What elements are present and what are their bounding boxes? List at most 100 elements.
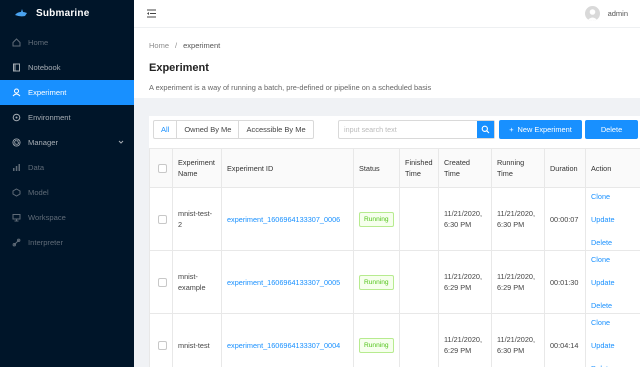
experiment-id-link[interactable]: experiment_1606964133307_0004 — [221, 313, 354, 367]
delete-label: Delete — [600, 125, 623, 134]
experiment-name: mnist-test-2 — [172, 187, 222, 251]
bar-chart-icon — [12, 163, 21, 172]
sidebar-item-label: Data — [28, 163, 45, 172]
column-header[interactable]: Experiment ID — [221, 148, 354, 188]
delete-link[interactable]: Delete — [591, 237, 635, 248]
sidebar: Submarine Home Notebook Experiment Envir… — [0, 0, 134, 367]
environment-icon — [12, 113, 21, 122]
experiment-id-link[interactable]: experiment_1606964133307_0006 — [221, 187, 354, 251]
finished-time — [399, 250, 439, 314]
table-row: mnist-example experiment_1606964133307_0… — [149, 250, 640, 314]
avatar[interactable] — [585, 6, 600, 21]
action-cell: Clone Update Delete — [585, 187, 640, 251]
sidebar-menu: Home Notebook Experiment Environment Man… — [0, 30, 134, 255]
experiment-name: mnist-example — [172, 250, 222, 314]
column-header[interactable]: Created Time — [438, 148, 492, 188]
sidebar-item-interpreter[interactable]: Interpreter — [0, 230, 134, 255]
column-header[interactable]: Duration — [544, 148, 586, 188]
action-cell: Clone Update Delete — [585, 313, 640, 367]
menu-fold-icon[interactable] — [146, 8, 157, 19]
row-checkbox[interactable] — [158, 340, 167, 350]
sidebar-item-label: Home — [28, 38, 49, 47]
sidebar-item-label: Experiment — [28, 88, 67, 97]
duration: 00:04:14 — [544, 313, 586, 367]
sidebar-item-model[interactable]: Model — [0, 180, 134, 205]
select-all-cell — [149, 148, 173, 188]
experiment-panel: All Owned By Me Accessible By Me + New E… — [149, 116, 640, 367]
delete-button[interactable]: Delete — [585, 120, 638, 139]
chevron-down-icon — [118, 138, 124, 147]
sidebar-item-environment[interactable]: Environment — [0, 105, 134, 130]
experiment-icon — [12, 88, 21, 97]
page-header: Home / experiment Experiment A experimen… — [134, 28, 640, 104]
sidebar-item-manager[interactable]: Manager — [0, 130, 134, 155]
table-row: mnist-test-2 experiment_1606964133307_00… — [149, 187, 640, 251]
finished-time — [399, 187, 439, 251]
running-time: 11/21/2020, 6:29 PM — [491, 250, 545, 314]
column-header[interactable]: Finished Time — [399, 148, 439, 188]
sidebar-item-label: Model — [28, 188, 49, 197]
app-name: Submarine — [36, 7, 90, 19]
column-header: Action — [585, 148, 640, 188]
filter-owned-by-me[interactable]: Owned By Me — [177, 121, 240, 138]
status-badge: Running — [359, 274, 394, 290]
sidebar-item-data[interactable]: Data — [0, 155, 134, 180]
row-select-cell — [149, 250, 173, 314]
duration: 00:01:30 — [544, 250, 586, 314]
brand[interactable]: Submarine — [0, 0, 134, 26]
search-input[interactable] — [339, 121, 477, 138]
row-select-cell — [149, 313, 173, 367]
breadcrumb-current: experiment — [183, 41, 221, 50]
content-area: All Owned By Me Accessible By Me + New E… — [134, 104, 640, 367]
status-cell: Running — [353, 187, 400, 251]
column-header[interactable]: Experiment Name — [172, 148, 222, 188]
filter-all[interactable]: All — [154, 121, 178, 138]
sidebar-item-notebook[interactable]: Notebook — [0, 55, 134, 80]
created-time: 11/21/2020, 6:29 PM — [438, 250, 492, 314]
new-experiment-label: New Experiment — [517, 125, 572, 134]
sidebar-item-label: Interpreter — [28, 238, 64, 247]
sidebar-item-label: Notebook — [28, 63, 61, 72]
row-select-cell — [149, 187, 173, 251]
sidebar-item-experiment[interactable]: Experiment — [0, 80, 134, 105]
sidebar-item-home[interactable]: Home — [0, 30, 134, 55]
table-header-row: Experiment Name Experiment ID Status Fin… — [149, 148, 640, 188]
update-link[interactable]: Update — [591, 340, 635, 351]
update-link[interactable]: Update — [591, 214, 635, 225]
toolbar: All Owned By Me Accessible By Me + New E… — [149, 120, 640, 140]
breadcrumb-home[interactable]: Home — [149, 41, 169, 50]
row-checkbox[interactable] — [158, 214, 167, 224]
row-checkbox[interactable] — [158, 277, 167, 287]
filter-group: All Owned By Me Accessible By Me — [153, 120, 314, 139]
clone-link[interactable]: Clone — [591, 317, 635, 328]
column-header[interactable]: Running Time — [491, 148, 545, 188]
settings-icon — [12, 138, 21, 147]
experiment-table: Experiment Name Experiment ID Status Fin… — [149, 148, 640, 367]
sidebar-item-workspace[interactable]: Workspace — [0, 205, 134, 230]
delete-link[interactable]: Delete — [591, 363, 635, 367]
sidebar-item-label: Workspace — [28, 213, 66, 222]
search-button[interactable] — [477, 121, 494, 138]
clone-link[interactable]: Clone — [591, 254, 635, 265]
username[interactable]: admin — [608, 9, 628, 18]
top-bar: admin — [134, 0, 640, 28]
created-time: 11/21/2020, 6:29 PM — [438, 313, 492, 367]
breadcrumb-separator: / — [175, 41, 178, 50]
created-time: 11/21/2020, 6:30 PM — [438, 187, 492, 251]
update-link[interactable]: Update — [591, 277, 635, 288]
running-time: 11/21/2020, 6:30 PM — [491, 313, 545, 367]
submarine-logo-icon — [15, 9, 27, 17]
duration: 00:00:07 — [544, 187, 586, 251]
new-experiment-button[interactable]: + New Experiment — [499, 120, 582, 139]
filter-accessible-by-me[interactable]: Accessible By Me — [239, 121, 312, 138]
select-all-checkbox[interactable] — [158, 163, 167, 173]
clone-link[interactable]: Clone — [591, 191, 635, 202]
column-header[interactable]: Status — [353, 148, 400, 188]
experiment-id-link[interactable]: experiment_1606964133307_0005 — [221, 250, 354, 314]
breadcrumb: Home / experiment — [149, 41, 625, 50]
page-description: A experiment is a way of running a batch… — [149, 83, 432, 92]
status-badge: Running — [359, 337, 394, 353]
book-icon — [12, 63, 21, 72]
status-badge: Running — [359, 211, 394, 227]
delete-link[interactable]: Delete — [591, 300, 635, 311]
